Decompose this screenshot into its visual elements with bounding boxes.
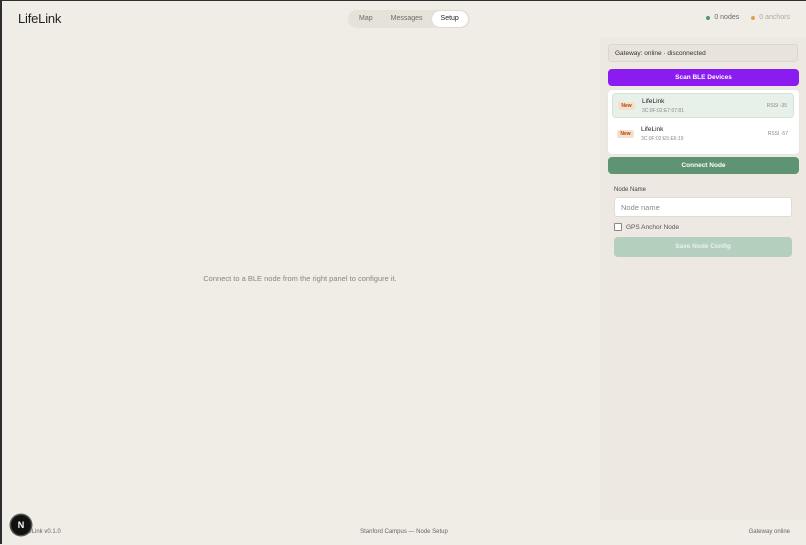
node-name-label: Node Name (614, 187, 647, 193)
device-mac: 3C:0F:02:E7:07:81 (642, 108, 684, 114)
device-item[interactable]: New LifeLink 3C:0F:02:E7:07:81 RSSI -35 (612, 93, 794, 118)
empty-state-message: Connect to a BLE node from the right pan… (203, 274, 397, 283)
scan-ble-button[interactable]: Scan BLE Devices (608, 69, 799, 86)
nodes-count: 0 nodes (706, 14, 739, 21)
app-footer: LifeLink v0.1.0 Stanford Campus — Node S… (2, 521, 806, 545)
nodes-count-label: 0 nodes (714, 14, 740, 21)
footer-location: Stanford Campus — Node Setup (360, 529, 448, 535)
device-name: LifeLink (641, 126, 664, 133)
gps-anchor-checkbox[interactable] (614, 223, 622, 231)
save-node-config-button[interactable]: Save Node Config (614, 237, 792, 257)
tab-setup[interactable]: Setup (431, 11, 468, 27)
tab-map[interactable]: Map (350, 11, 382, 27)
new-badge: New (617, 130, 634, 138)
device-item[interactable]: New LifeLink 3C:0F:02:E5:E6:19 RSSI -57 (612, 122, 794, 147)
anchors-count-label: 0 anchors (759, 14, 790, 21)
device-rssi: RSSI -35 (766, 103, 787, 109)
gateway-status: Gateway: online · disconnected (608, 44, 798, 62)
nodes-status-dot-icon (706, 15, 711, 20)
new-badge: New (618, 102, 635, 110)
anchors-count: 0 anchors (751, 14, 790, 21)
gps-anchor-label[interactable]: GPS Anchor Node (626, 224, 679, 231)
app-header: LifeLink Map Messages Setup 0 nodes 0 an… (2, 1, 806, 37)
view-tabs: Map Messages Setup (348, 10, 470, 28)
node-name-input[interactable] (614, 197, 792, 217)
gps-anchor-row: GPS Anchor Node (614, 223, 679, 231)
app-logo[interactable]: LifeLink (18, 11, 61, 26)
connect-node-button[interactable]: Connect Node (608, 157, 799, 174)
footer-gateway-status: Gateway online (748, 529, 790, 535)
device-list: New LifeLink 3C:0F:02:E7:07:81 RSSI -35 … (608, 90, 799, 154)
device-name: LifeLink (642, 98, 665, 105)
setup-panel: Gateway: online · disconnected Scan BLE … (600, 38, 806, 520)
anchors-status-dot-icon (751, 15, 756, 20)
device-rssi: RSSI -57 (767, 131, 788, 137)
device-mac: 3C:0F:02:E5:E6:19 (641, 136, 684, 142)
network-stats: 0 nodes 0 anchors (706, 14, 790, 21)
dev-tools-button[interactable]: N (11, 515, 31, 535)
tab-messages[interactable]: Messages (382, 11, 432, 27)
